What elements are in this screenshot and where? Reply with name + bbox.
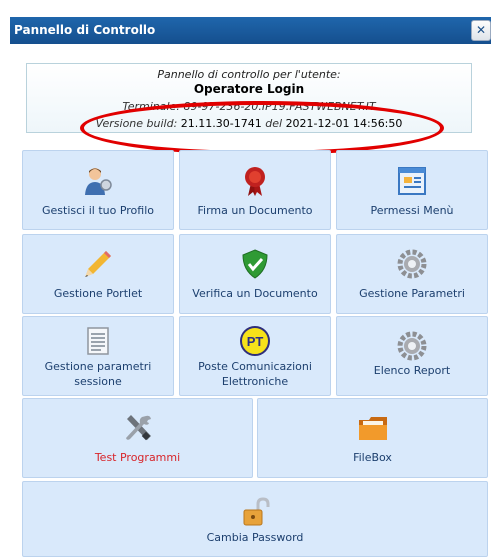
shield-check-icon bbox=[242, 249, 268, 279]
info-heading: Pannello di controllo per l'utente: bbox=[157, 68, 341, 81]
tile-session-parameters[interactable]: Gestione parametri sessione bbox=[22, 316, 174, 396]
tile-test-programs[interactable]: Test Programmi bbox=[22, 398, 253, 478]
user-profile-icon bbox=[85, 168, 112, 195]
tile-change-password[interactable]: Cambia Password bbox=[22, 481, 488, 557]
tile-sign-document[interactable]: Firma un Documento bbox=[179, 150, 331, 230]
dialog-title: Pannello di Controllo bbox=[14, 23, 156, 37]
tile-label-line2: Elettroniche bbox=[221, 375, 289, 388]
dialog-title-bar: Pannello di Controllo ✕ bbox=[10, 17, 491, 44]
tile-label: Cambia Password bbox=[206, 531, 304, 544]
tile-label-line1: Poste Comunicazioni bbox=[198, 360, 312, 373]
gear-icon bbox=[397, 331, 427, 361]
document-icon bbox=[87, 327, 109, 355]
user-name: Operatore Login bbox=[193, 82, 305, 96]
tile-portlet[interactable]: Gestione Portlet bbox=[22, 234, 174, 314]
tile-label-line1: Gestione parametri bbox=[44, 360, 152, 373]
tile-label: Test Programmi bbox=[94, 451, 181, 464]
pt-icon-text: PT bbox=[247, 334, 264, 349]
padlock-icon bbox=[243, 497, 270, 526]
tile-profile[interactable]: Gestisci il tuo Profilo bbox=[22, 150, 174, 230]
tile-label: Permessi Menù bbox=[370, 204, 454, 217]
tile-report-list[interactable]: Elenco Report bbox=[336, 316, 488, 396]
tile-label: Gestione Parametri bbox=[359, 287, 465, 300]
seal-icon bbox=[245, 167, 265, 196]
tile-parameters[interactable]: Gestione Parametri bbox=[336, 234, 488, 314]
tile-menu-permissions[interactable]: Permessi Menù bbox=[336, 150, 488, 230]
tile-label: FileBox bbox=[353, 451, 392, 464]
tile-filebox[interactable]: FileBox bbox=[257, 398, 488, 478]
tile-label-line2: sessione bbox=[74, 375, 122, 388]
folder-icon bbox=[358, 417, 387, 440]
tile-pec[interactable]: PT Poste Comunicazioni Elettroniche bbox=[179, 316, 331, 396]
tile-label: Firma un Documento bbox=[197, 204, 313, 217]
tile-verify-document[interactable]: Verifica un Documento bbox=[179, 234, 331, 314]
tile-label: Verifica un Documento bbox=[192, 287, 318, 300]
tile-label: Gestione Portlet bbox=[53, 287, 143, 300]
pencil-icon bbox=[85, 251, 111, 277]
tile-label: Gestisci il tuo Profilo bbox=[41, 204, 154, 217]
close-button[interactable]: ✕ bbox=[471, 20, 491, 41]
pt-icon: PT bbox=[240, 326, 270, 356]
tools-icon bbox=[125, 415, 151, 441]
highlight-ellipse bbox=[80, 101, 444, 155]
gear-icon bbox=[397, 249, 427, 279]
tile-label: Elenco Report bbox=[373, 364, 451, 377]
menu-window-icon bbox=[398, 167, 426, 195]
